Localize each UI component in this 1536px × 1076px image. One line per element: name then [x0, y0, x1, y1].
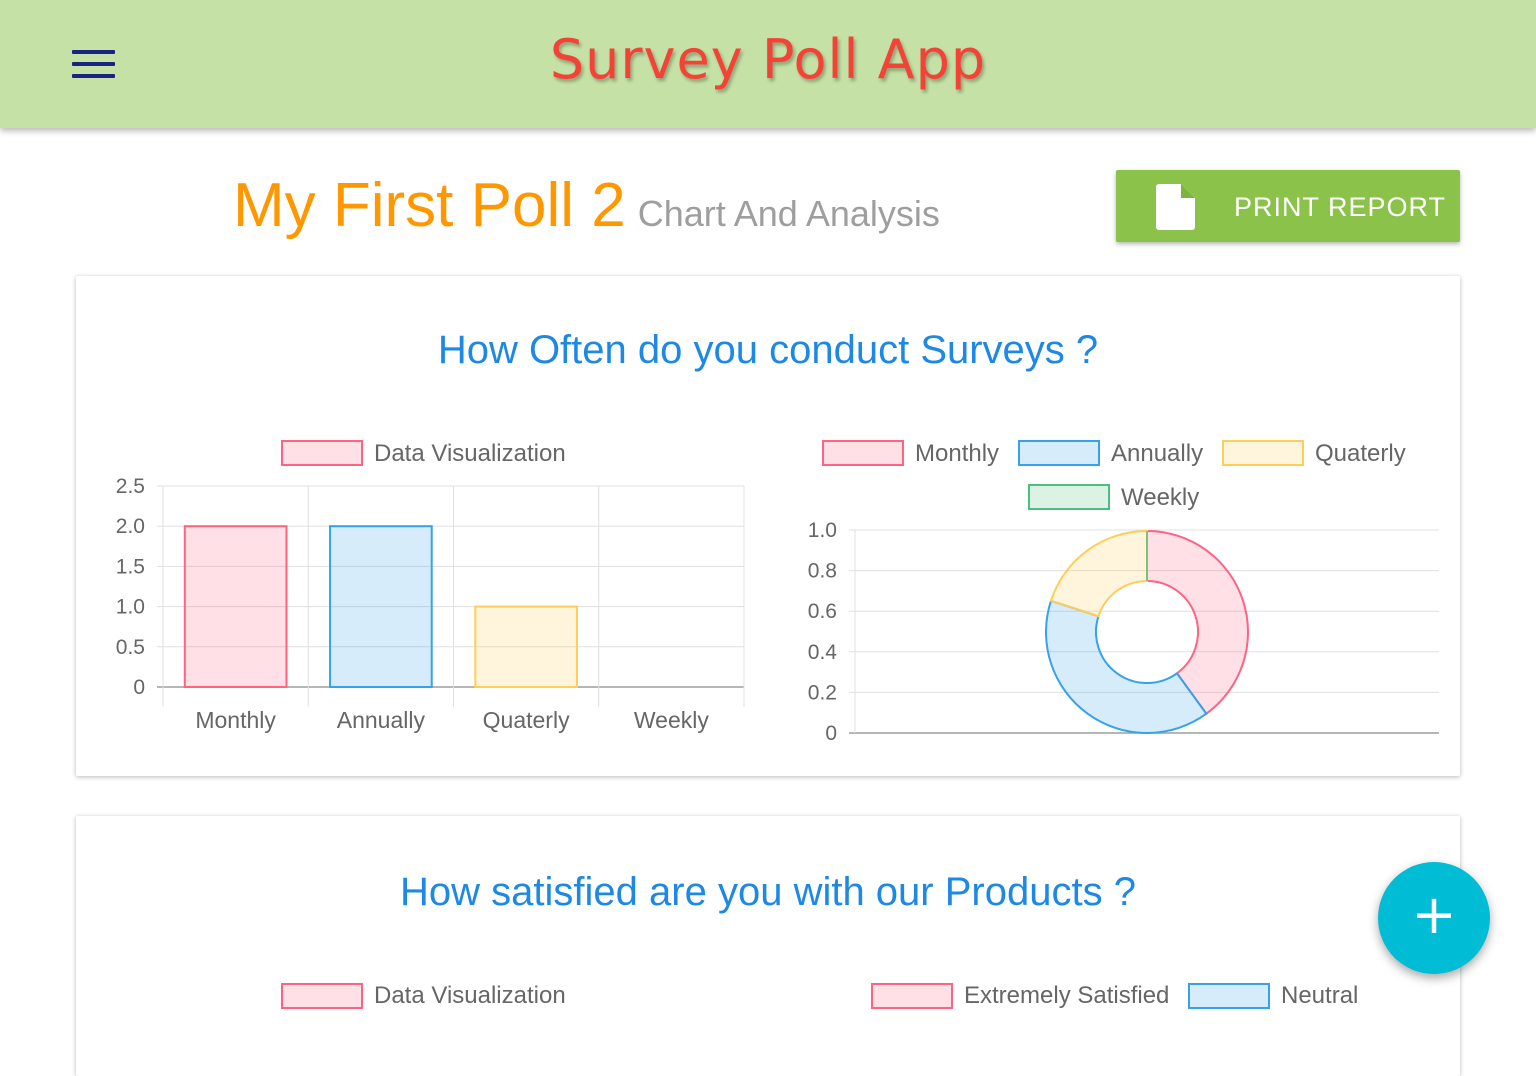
bar-y-tick: 1.5: [116, 555, 145, 578]
bar-x-tick: Weekly: [634, 707, 709, 733]
file-icon: [1156, 184, 1195, 230]
bar-x-tick: Annually: [337, 707, 426, 733]
pie-legend-swatch-extremely-satisfied: [871, 983, 953, 1009]
pie-legend-weekly: Weekly: [1121, 484, 1199, 511]
poll-subtitle: Chart And Analysis: [637, 193, 940, 234]
question-card: How satisfied are you with our Products …: [76, 816, 1460, 1076]
pie-slice-quaterly: [1049, 529, 1148, 618]
bar-y-tick: 2.0: [116, 515, 145, 538]
pie-legend-monthly: Monthly: [915, 440, 999, 467]
pie-legend-swatch-annually: [1018, 440, 1100, 466]
print-report-button[interactable]: PRINT REPORT: [1116, 170, 1460, 242]
app-title: Survey Poll App: [549, 28, 987, 91]
page-heading: My First Poll 2 Chart And Analysis: [233, 170, 940, 241]
pie-legend-quaterly: Quaterly: [1315, 440, 1406, 467]
pie-legend-swatch-quaterly: [1222, 440, 1304, 466]
pie-legend-annually: Annually: [1111, 440, 1203, 467]
pie-y-tick: 0.8: [808, 560, 837, 583]
bar-legend-swatch: [281, 983, 363, 1009]
question-card: How Often do you conduct Surveys ? Data …: [76, 276, 1460, 776]
bar-x-tick: Quaterly: [483, 707, 570, 733]
question-charts: Data Visualization Extremely Satisfied N…: [281, 982, 1358, 1009]
pie-legend-neutral: Neutral: [1281, 982, 1358, 1009]
pie-y-tick: 0.4: [808, 641, 838, 664]
bar-monthly: [183, 525, 288, 688]
bar-y-tick: 2.5: [116, 475, 145, 498]
print-report-label: PRINT REPORT: [1234, 192, 1447, 222]
pie-y-tick: 0: [825, 722, 837, 745]
bar-y-tick: 0.5: [116, 636, 145, 659]
pie-slice-annually: [1045, 599, 1208, 734]
pie-legend-swatch-neutral: [1188, 983, 1270, 1009]
bar-annually: [329, 525, 433, 688]
pie-legend-extremely-satisfied: Extremely Satisfied: [964, 982, 1169, 1009]
bar-y-tick: 0: [133, 676, 145, 699]
pie-y-tick: 1.0: [808, 519, 837, 542]
bar-quaterly: [474, 605, 578, 689]
poll-title: My First Poll 2: [233, 171, 626, 240]
bar-x-tick: Monthly: [195, 707, 276, 733]
pie-legend-swatch-monthly: [822, 440, 904, 466]
plus-icon: +: [1411, 883, 1457, 946]
add-poll-button[interactable]: +: [1378, 862, 1490, 974]
app-header: Survey Poll App: [0, 0, 1536, 128]
bar-legend-label: Data Visualization: [374, 440, 566, 467]
pie-legend-swatch-weekly: [1028, 484, 1110, 510]
pie-y-tick: 0.6: [808, 600, 837, 623]
question-charts: Data Visualization 2.5 2.0 1.5 1.0 0.5 0 Mont…: [116, 440, 1439, 745]
bar-legend-swatch: [281, 440, 363, 466]
pie-y-tick: 0.2: [808, 681, 837, 704]
bar-legend-label: Data Visualization: [374, 982, 566, 1009]
bar-y-tick: 1.0: [116, 596, 145, 619]
